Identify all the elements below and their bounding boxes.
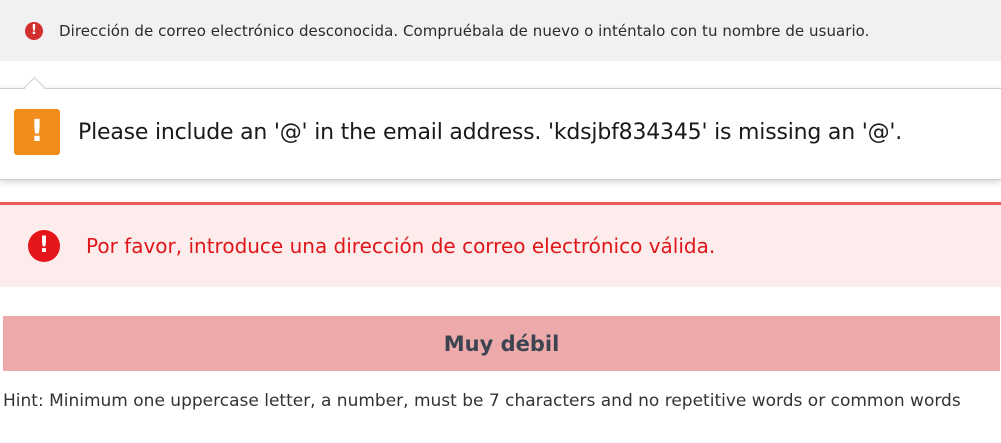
email-validation-tooltip: ! Please include an '@' in the email add… [0,88,1001,180]
notice-text: Dirección de correo electrónico desconoc… [59,21,870,40]
alert-circle-icon: ! [28,230,60,262]
alert-circle-icon: ! [25,21,43,40]
password-strength-meter: Muy débil [3,316,1000,371]
invalid-email-alert: ! Por favor, introduce una dirección de … [0,202,1001,287]
password-hint: Hint: Minimum one uppercase letter, a nu… [3,391,961,411]
alert-text: Por favor, introduce una dirección de co… [86,234,716,258]
validation-message: Please include an '@' in the email addre… [78,119,903,145]
warning-icon: ! [14,109,60,155]
unknown-email-notice: ! Dirección de correo electrónico descon… [0,0,1001,61]
password-strength-label: Muy débil [443,331,560,356]
